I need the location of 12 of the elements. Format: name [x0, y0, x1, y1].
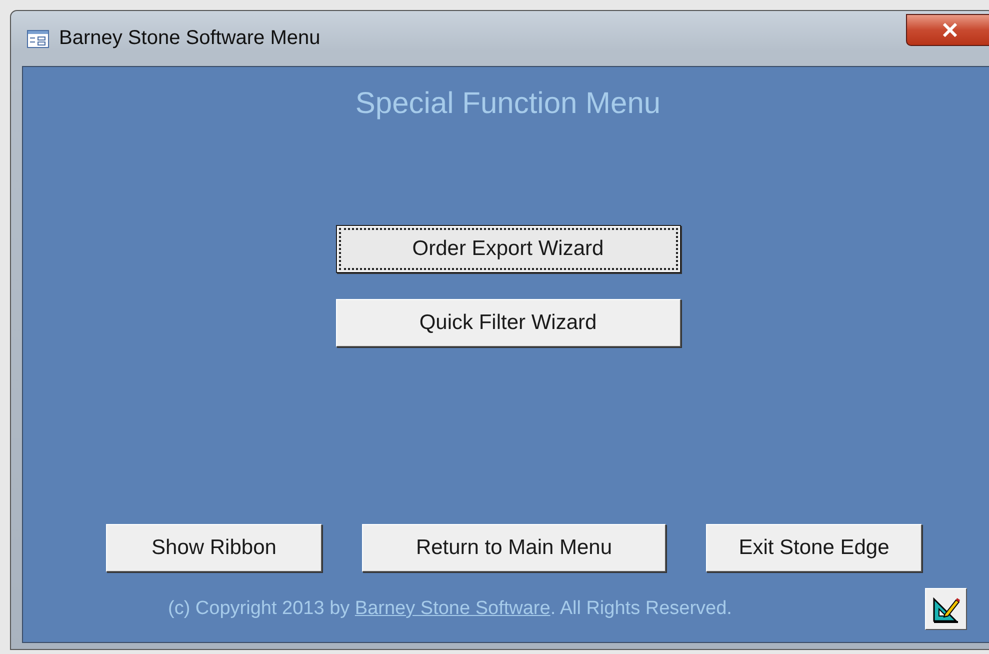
design-tool-button[interactable] — [925, 588, 967, 630]
menu-button[interactable]: Exit Stone Edge — [706, 524, 922, 572]
menu-heading: Special Function Menu — [355, 87, 661, 121]
menu-button[interactable]: Return to Main Menu — [362, 524, 666, 572]
menu-button[interactable]: Show Ribbon — [106, 524, 322, 572]
close-button[interactable] — [906, 14, 989, 46]
close-icon — [942, 23, 958, 37]
menu-button[interactable]: Quick Filter Wizard — [336, 299, 680, 347]
form-icon — [27, 30, 49, 48]
menu-button[interactable]: Order Export Wizard — [336, 225, 680, 273]
window-title: Barney Stone Software Menu — [59, 27, 322, 50]
copyright-text: (c) Copyright 2013 by Barney Stone Software. All Rights Reserved. — [168, 598, 733, 620]
